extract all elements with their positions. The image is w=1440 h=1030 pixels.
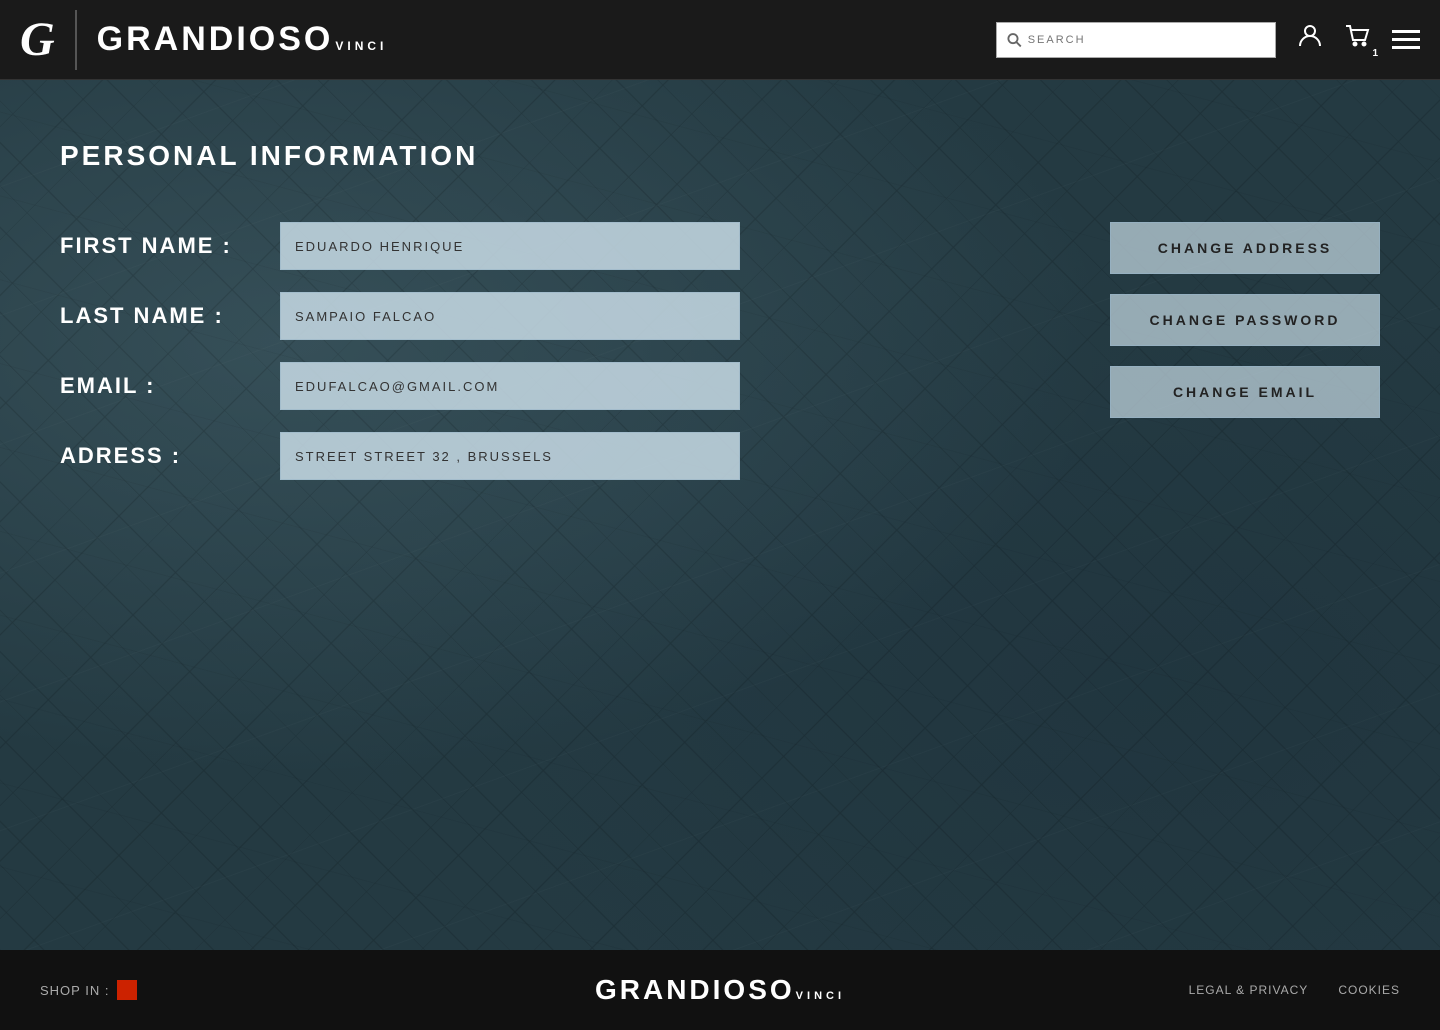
change-address-button[interactable]: CHANGE ADDRESS: [1110, 222, 1380, 274]
cart-badge: 1: [1372, 48, 1378, 59]
search-box[interactable]: [996, 22, 1276, 58]
menu-bar-2: [1392, 38, 1420, 41]
label-address: ADRESS :: [60, 443, 280, 469]
brand-name: GRANDIOSO VINCI: [97, 20, 388, 59]
input-address[interactable]: [280, 432, 740, 480]
header-icons: 1: [1296, 22, 1420, 57]
brand-main: GRANDIOSO: [97, 20, 334, 59]
main-content: PERSONAL INFORMATION FIRST NAME : LAST N…: [0, 80, 1440, 950]
menu-bar-1: [1392, 30, 1420, 33]
shop-in-label: SHOP IN :: [40, 983, 109, 998]
brand-sub: VINCI: [335, 39, 387, 53]
content-inner: PERSONAL INFORMATION FIRST NAME : LAST N…: [60, 140, 1380, 502]
footer-brand-main: GRANDIOSO: [595, 974, 795, 1006]
header: G GRANDIOSO VINCI 1: [0, 0, 1440, 80]
change-password-button[interactable]: CHANGE PASSWORD: [1110, 294, 1380, 346]
label-firstname: FIRST NAME :: [60, 233, 280, 259]
label-lastname: LAST NAME :: [60, 303, 280, 329]
cookies-link[interactable]: COOKIES: [1338, 983, 1400, 997]
section-title: PERSONAL INFORMATION: [60, 140, 1380, 172]
change-email-button[interactable]: CHANGE EMAIL: [1110, 366, 1380, 418]
form-row-email: EMAIL :: [60, 362, 1030, 410]
menu-icon[interactable]: [1392, 30, 1420, 49]
flag-icon: [117, 980, 137, 1000]
form-row-lastname: LAST NAME :: [60, 292, 1030, 340]
cart-icon[interactable]: 1: [1344, 22, 1372, 57]
form-row-firstname: FIRST NAME :: [60, 222, 1030, 270]
form-layout: FIRST NAME : LAST NAME : EMAIL : ADRESS …: [60, 222, 1380, 502]
search-icon: [1007, 32, 1022, 48]
footer-links: LEGAL & PRIVACY COOKIES: [1189, 983, 1400, 997]
logo-box: G: [20, 10, 77, 70]
input-email[interactable]: [280, 362, 740, 410]
form-row-address: ADRESS :: [60, 432, 1030, 480]
search-input[interactable]: [1028, 34, 1265, 46]
footer-brand-sub: VINCI: [796, 990, 845, 1002]
menu-bar-3: [1392, 46, 1420, 49]
legal-privacy-link[interactable]: LEGAL & PRIVACY: [1189, 983, 1309, 997]
label-email: EMAIL :: [60, 373, 280, 399]
footer-shop: SHOP IN :: [40, 980, 137, 1000]
input-lastname[interactable]: [280, 292, 740, 340]
form-right: CHANGE ADDRESS CHANGE PASSWORD CHANGE EM…: [1110, 222, 1380, 502]
input-firstname[interactable]: [280, 222, 740, 270]
footer-brand: GRANDIOSO VINCI: [595, 974, 845, 1006]
account-icon[interactable]: [1296, 22, 1324, 57]
form-left: FIRST NAME : LAST NAME : EMAIL : ADRESS …: [60, 222, 1030, 502]
logo-g: G: [20, 16, 55, 64]
footer: SHOP IN : GRANDIOSO VINCI LEGAL & PRIVAC…: [0, 950, 1440, 1030]
